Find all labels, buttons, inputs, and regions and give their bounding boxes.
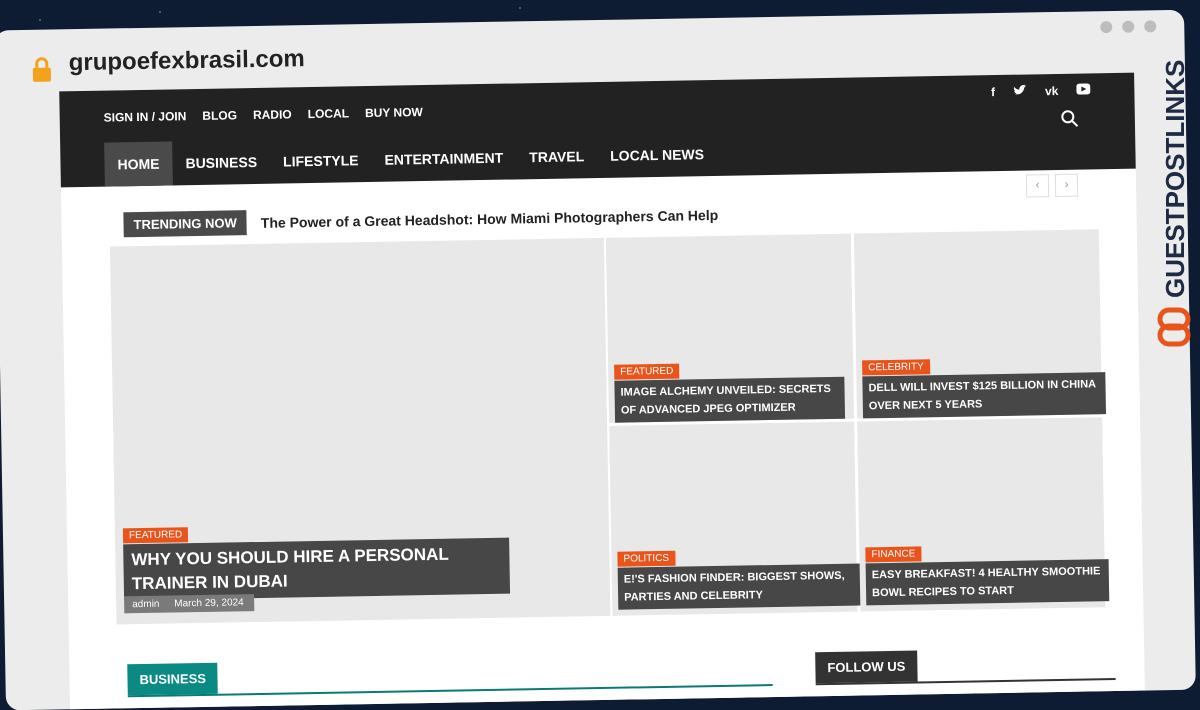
browser-frame: grupoefexbrasil.com SIGN IN / JOIN BLOG …: [0, 9, 1196, 710]
trending-label: TRENDING NOW: [123, 210, 248, 238]
window-dot-1[interactable]: [1100, 21, 1113, 34]
search-icon[interactable]: [1061, 110, 1079, 128]
browser-window: grupoefexbrasil.com SIGN IN / JOIN BLOG …: [0, 9, 1200, 710]
top-link-radio[interactable]: RADIO: [253, 107, 292, 122]
featured-tile-4[interactable]: POLITICS E!'S FASHION FINDER: BIGGEST SH…: [609, 421, 862, 616]
featured-title-3[interactable]: DELL WILL INVEST $125 BILLION IN CHINA O…: [862, 372, 1107, 419]
top-links: SIGN IN / JOIN BLOG RADIO LOCAL BUY NOW: [104, 105, 423, 125]
section-business-title[interactable]: BUSINESS: [127, 662, 219, 696]
trending-arrows: ‹ ›: [1025, 173, 1079, 198]
featured-tile-3[interactable]: CELEBRITY DELL WILL INVEST $125 BILLION …: [853, 229, 1107, 419]
featured-tile-2[interactable]: FEATURED IMAGE ALCHEMY UNVEILED: SECRETS…: [605, 233, 855, 423]
vk-icon[interactable]: vk: [1045, 84, 1059, 98]
guestpostlinks-wordmark: GUESTPOSTLINKS: [1160, 60, 1190, 298]
top-link-blog[interactable]: BLOG: [202, 108, 237, 123]
nav-travel[interactable]: TRAVEL: [516, 134, 598, 179]
twitter-icon[interactable]: [1013, 84, 1027, 97]
nav-lifestyle[interactable]: LIFESTYLE: [270, 138, 372, 184]
guestpostlinks-watermark: GUESTPOSTLINKS: [1157, 60, 1191, 347]
featured-title-2[interactable]: IMAGE ALCHEMY UNVEILED: SECRETS OF ADVAN…: [614, 376, 846, 423]
web-page: SIGN IN / JOIN BLOG RADIO LOCAL BUY NOW …: [59, 72, 1145, 710]
link-icon: [1157, 307, 1191, 347]
facebook-icon[interactable]: f: [991, 85, 995, 99]
nav-local-news[interactable]: LOCAL NEWS: [597, 132, 718, 178]
category-badge[interactable]: FEATURED: [614, 363, 680, 380]
category-badge[interactable]: CELEBRITY: [862, 359, 930, 376]
section-follow-title: FOLLOW US: [815, 650, 918, 684]
nav-entertainment[interactable]: ENTERTAINMENT: [371, 135, 516, 182]
nav-business[interactable]: BUSINESS: [172, 140, 270, 186]
section-business: BUSINESS: [127, 653, 773, 698]
category-badge[interactable]: POLITICS: [617, 550, 676, 567]
post-meta: admin March 29, 2024: [124, 594, 255, 614]
featured-title-4[interactable]: E!'S FASHION FINDER: BIGGEST SHOWS, PART…: [617, 563, 862, 610]
social-links: f vk: [991, 83, 1091, 99]
prev-arrow-icon[interactable]: ‹: [1025, 174, 1050, 198]
category-badge[interactable]: FINANCE: [865, 546, 922, 563]
youtube-icon[interactable]: [1076, 83, 1091, 95]
window-dot-3[interactable]: [1144, 20, 1157, 33]
post-date: March 29, 2024: [174, 597, 244, 610]
post-author[interactable]: admin: [132, 599, 159, 610]
category-badge[interactable]: FEATURED: [122, 527, 189, 544]
featured-title-main[interactable]: WHY YOU SHOULD HIRE A PERSONAL TRAINER I…: [123, 537, 511, 601]
address-bar-url[interactable]: grupoefexbrasil.com: [68, 45, 305, 77]
lock-icon: [32, 57, 52, 82]
window-dot-2[interactable]: [1122, 20, 1135, 33]
next-arrow-icon[interactable]: ›: [1054, 173, 1079, 198]
top-link-local[interactable]: LOCAL: [308, 106, 350, 121]
site-header: SIGN IN / JOIN BLOG RADIO LOCAL BUY NOW …: [59, 72, 1136, 188]
top-link-buy-now[interactable]: BUY NOW: [365, 105, 423, 120]
featured-title-5[interactable]: EASY BREAKFAST! 4 HEALTHY SMOOTHIE BOWL …: [865, 559, 1110, 606]
featured-tile-main[interactable]: FEATURED WHY YOU SHOULD HIRE A PERSONAL …: [109, 237, 611, 625]
section-follow: FOLLOW US: [815, 647, 1116, 686]
window-controls: [1100, 20, 1157, 34]
top-link-signin[interactable]: SIGN IN / JOIN: [104, 109, 187, 124]
trending-bar: TRENDING NOW The Power of a Great Headsh…: [123, 202, 719, 238]
trending-headline[interactable]: The Power of a Great Headshot: How Miami…: [261, 206, 719, 230]
featured-tile-5[interactable]: FINANCE EASY BREAKFAST! 4 HEALTHY SMOOTH…: [857, 417, 1110, 612]
nav-home[interactable]: HOME: [104, 141, 173, 187]
main-nav: HOME BUSINESS LIFESTYLE ENTERTAINMENT TR…: [104, 132, 717, 187]
